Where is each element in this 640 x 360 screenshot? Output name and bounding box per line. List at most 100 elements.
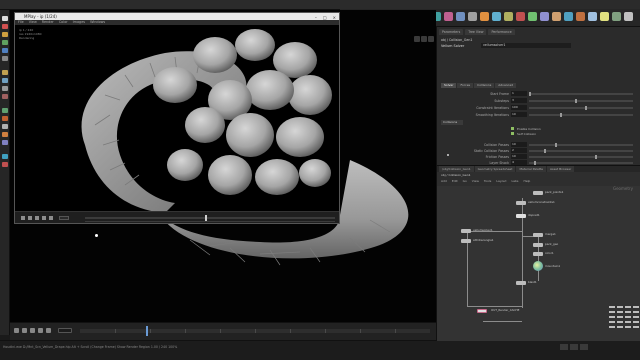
first-frame-icon[interactable]: [22, 328, 27, 333]
param-toggle[interactable]: [447, 154, 449, 156]
network-node[interactable]: [461, 239, 471, 243]
subtab-forces[interactable]: Forces: [457, 83, 474, 88]
network-node-output[interactable]: [477, 309, 487, 313]
network-node[interactable]: [533, 233, 543, 237]
shelf-tool-icon[interactable]: [528, 12, 537, 21]
range-start-field[interactable]: [560, 344, 568, 350]
light-tool-icon[interactable]: [2, 132, 8, 137]
network-node-sphere-icon[interactable]: [533, 261, 543, 271]
shelf-tool-icon[interactable]: [600, 12, 609, 21]
close-icon[interactable]: ×: [333, 14, 336, 21]
display-tool-icon[interactable]: [2, 108, 8, 113]
play-icon[interactable]: [30, 328, 35, 333]
shelf-tool-icon[interactable]: [480, 12, 489, 21]
tab-parameters[interactable]: Parameters: [439, 29, 464, 35]
subtab-collisions[interactable]: Collisions: [474, 83, 495, 88]
slider-knob[interactable]: [554, 143, 557, 147]
param-path[interactable]: obj / Collision_Gen1: [441, 38, 472, 42]
first-frame-icon[interactable]: [21, 216, 25, 220]
param-slider[interactable]: [529, 92, 633, 96]
last-frame-icon[interactable]: [49, 216, 53, 220]
section-collisions[interactable]: Collisions: [441, 120, 463, 125]
mplay-range-bar[interactable]: [85, 221, 335, 222]
view-tool-icon[interactable]: [2, 86, 8, 91]
slider-knob[interactable]: [574, 99, 577, 103]
mplay-scrubber[interactable]: [85, 217, 335, 219]
checkbox[interactable]: [511, 132, 514, 135]
render-tool-icon[interactable]: [2, 94, 8, 99]
shelf-tool-icon[interactable]: [456, 12, 465, 21]
lock-tool-icon[interactable]: [2, 116, 8, 121]
net-menu-item[interactable]: Edit: [452, 179, 458, 183]
slider-knob[interactable]: [595, 155, 598, 159]
timeline-track[interactable]: [80, 329, 430, 333]
param-slider[interactable]: [529, 143, 633, 147]
param-value[interactable]: 10: [511, 112, 527, 117]
mplay-playhead[interactable]: [205, 215, 207, 221]
shelf-tool-icon[interactable]: [624, 12, 633, 21]
prev-frame-icon[interactable]: [28, 216, 32, 220]
tab-material-palette[interactable]: Material Palette: [516, 166, 546, 172]
param-slider[interactable]: [529, 99, 633, 103]
tab-geometry-spreadsheet[interactable]: Geometry Spreadsheet: [474, 166, 516, 172]
shelf-tool-icon[interactable]: [504, 12, 513, 21]
tab-tree-view[interactable]: Tree View: [465, 29, 487, 35]
network-node[interactable]: [516, 201, 526, 205]
auto-update-icon[interactable]: [580, 344, 588, 350]
network-node[interactable]: [533, 252, 543, 256]
slider-knob[interactable]: [529, 92, 531, 96]
handle-tool-icon[interactable]: [2, 48, 8, 53]
checkbox[interactable]: [511, 127, 514, 130]
network-node[interactable]: [516, 214, 526, 218]
shelf-tool-icon[interactable]: [540, 12, 549, 21]
param-slider[interactable]: [529, 161, 633, 165]
tab-asset-browser[interactable]: Asset Browser: [546, 166, 575, 172]
brush-tool-icon[interactable]: [2, 70, 8, 75]
maximize-icon[interactable]: □: [323, 14, 327, 21]
net-menu-item[interactable]: Go: [463, 179, 467, 183]
display-options-icon[interactable]: [414, 36, 420, 42]
pose-tool-icon[interactable]: [2, 56, 8, 61]
wire-tool-icon[interactable]: [2, 162, 8, 167]
slider-knob[interactable]: [585, 106, 588, 110]
range-end-field[interactable]: [570, 344, 578, 350]
network-canvas[interactable]: Geometry pack_points1 vellumconstraints1…: [437, 186, 640, 341]
param-value[interactable]: 2: [511, 148, 527, 153]
param-slider[interactable]: [529, 106, 633, 110]
slider-knob[interactable]: [559, 113, 562, 117]
param-slider[interactable]: [529, 155, 633, 159]
mplay-image-canvas[interactable]: [15, 25, 339, 213]
move-tool-icon[interactable]: [2, 24, 8, 29]
camera-menu-icon[interactable]: [421, 36, 427, 42]
grid-tool-icon[interactable]: [2, 124, 8, 129]
net-menu-item[interactable]: Add: [441, 179, 447, 183]
last-frame-icon[interactable]: [46, 328, 51, 333]
shelf-tool-icon[interactable]: [588, 12, 597, 21]
rotate-tool-icon[interactable]: [2, 32, 8, 37]
param-slider[interactable]: [529, 113, 633, 117]
network-node[interactable]: [533, 191, 543, 195]
slider-knob[interactable]: [544, 149, 547, 153]
net-menu-item[interactable]: Layout: [496, 179, 506, 183]
shelf-tool-icon[interactable]: [552, 12, 561, 21]
param-value[interactable]: 1: [511, 91, 527, 96]
frame-field[interactable]: [59, 216, 69, 220]
shelf-tool-icon[interactable]: [444, 12, 453, 21]
subtab-advanced[interactable]: Advanced: [495, 83, 517, 88]
net-menu-item[interactable]: Help: [524, 179, 531, 183]
shelf-tool-icon[interactable]: [492, 12, 501, 21]
tab-performance[interactable]: Performance: [488, 29, 515, 35]
mplay-titlebar[interactable]: MPlay - ip (1/24) – □ ×: [15, 13, 339, 20]
current-frame-field[interactable]: [58, 328, 72, 333]
realtime-toggle-icon[interactable]: [14, 328, 19, 333]
scale-tool-icon[interactable]: [2, 40, 8, 45]
net-menu-item[interactable]: Labs: [512, 179, 519, 183]
network-node[interactable]: [461, 229, 471, 233]
net-menu-item[interactable]: Tools: [484, 179, 491, 183]
shelf-tool-icon[interactable]: [564, 12, 573, 21]
next-frame-icon[interactable]: [42, 216, 46, 220]
net-menu-item[interactable]: View: [472, 179, 479, 183]
select-tool-icon[interactable]: [2, 16, 8, 21]
mplay-window[interactable]: MPlay - ip (1/24) – □ × File View Render…: [14, 12, 340, 224]
param-value[interactable]: 100: [511, 105, 527, 110]
